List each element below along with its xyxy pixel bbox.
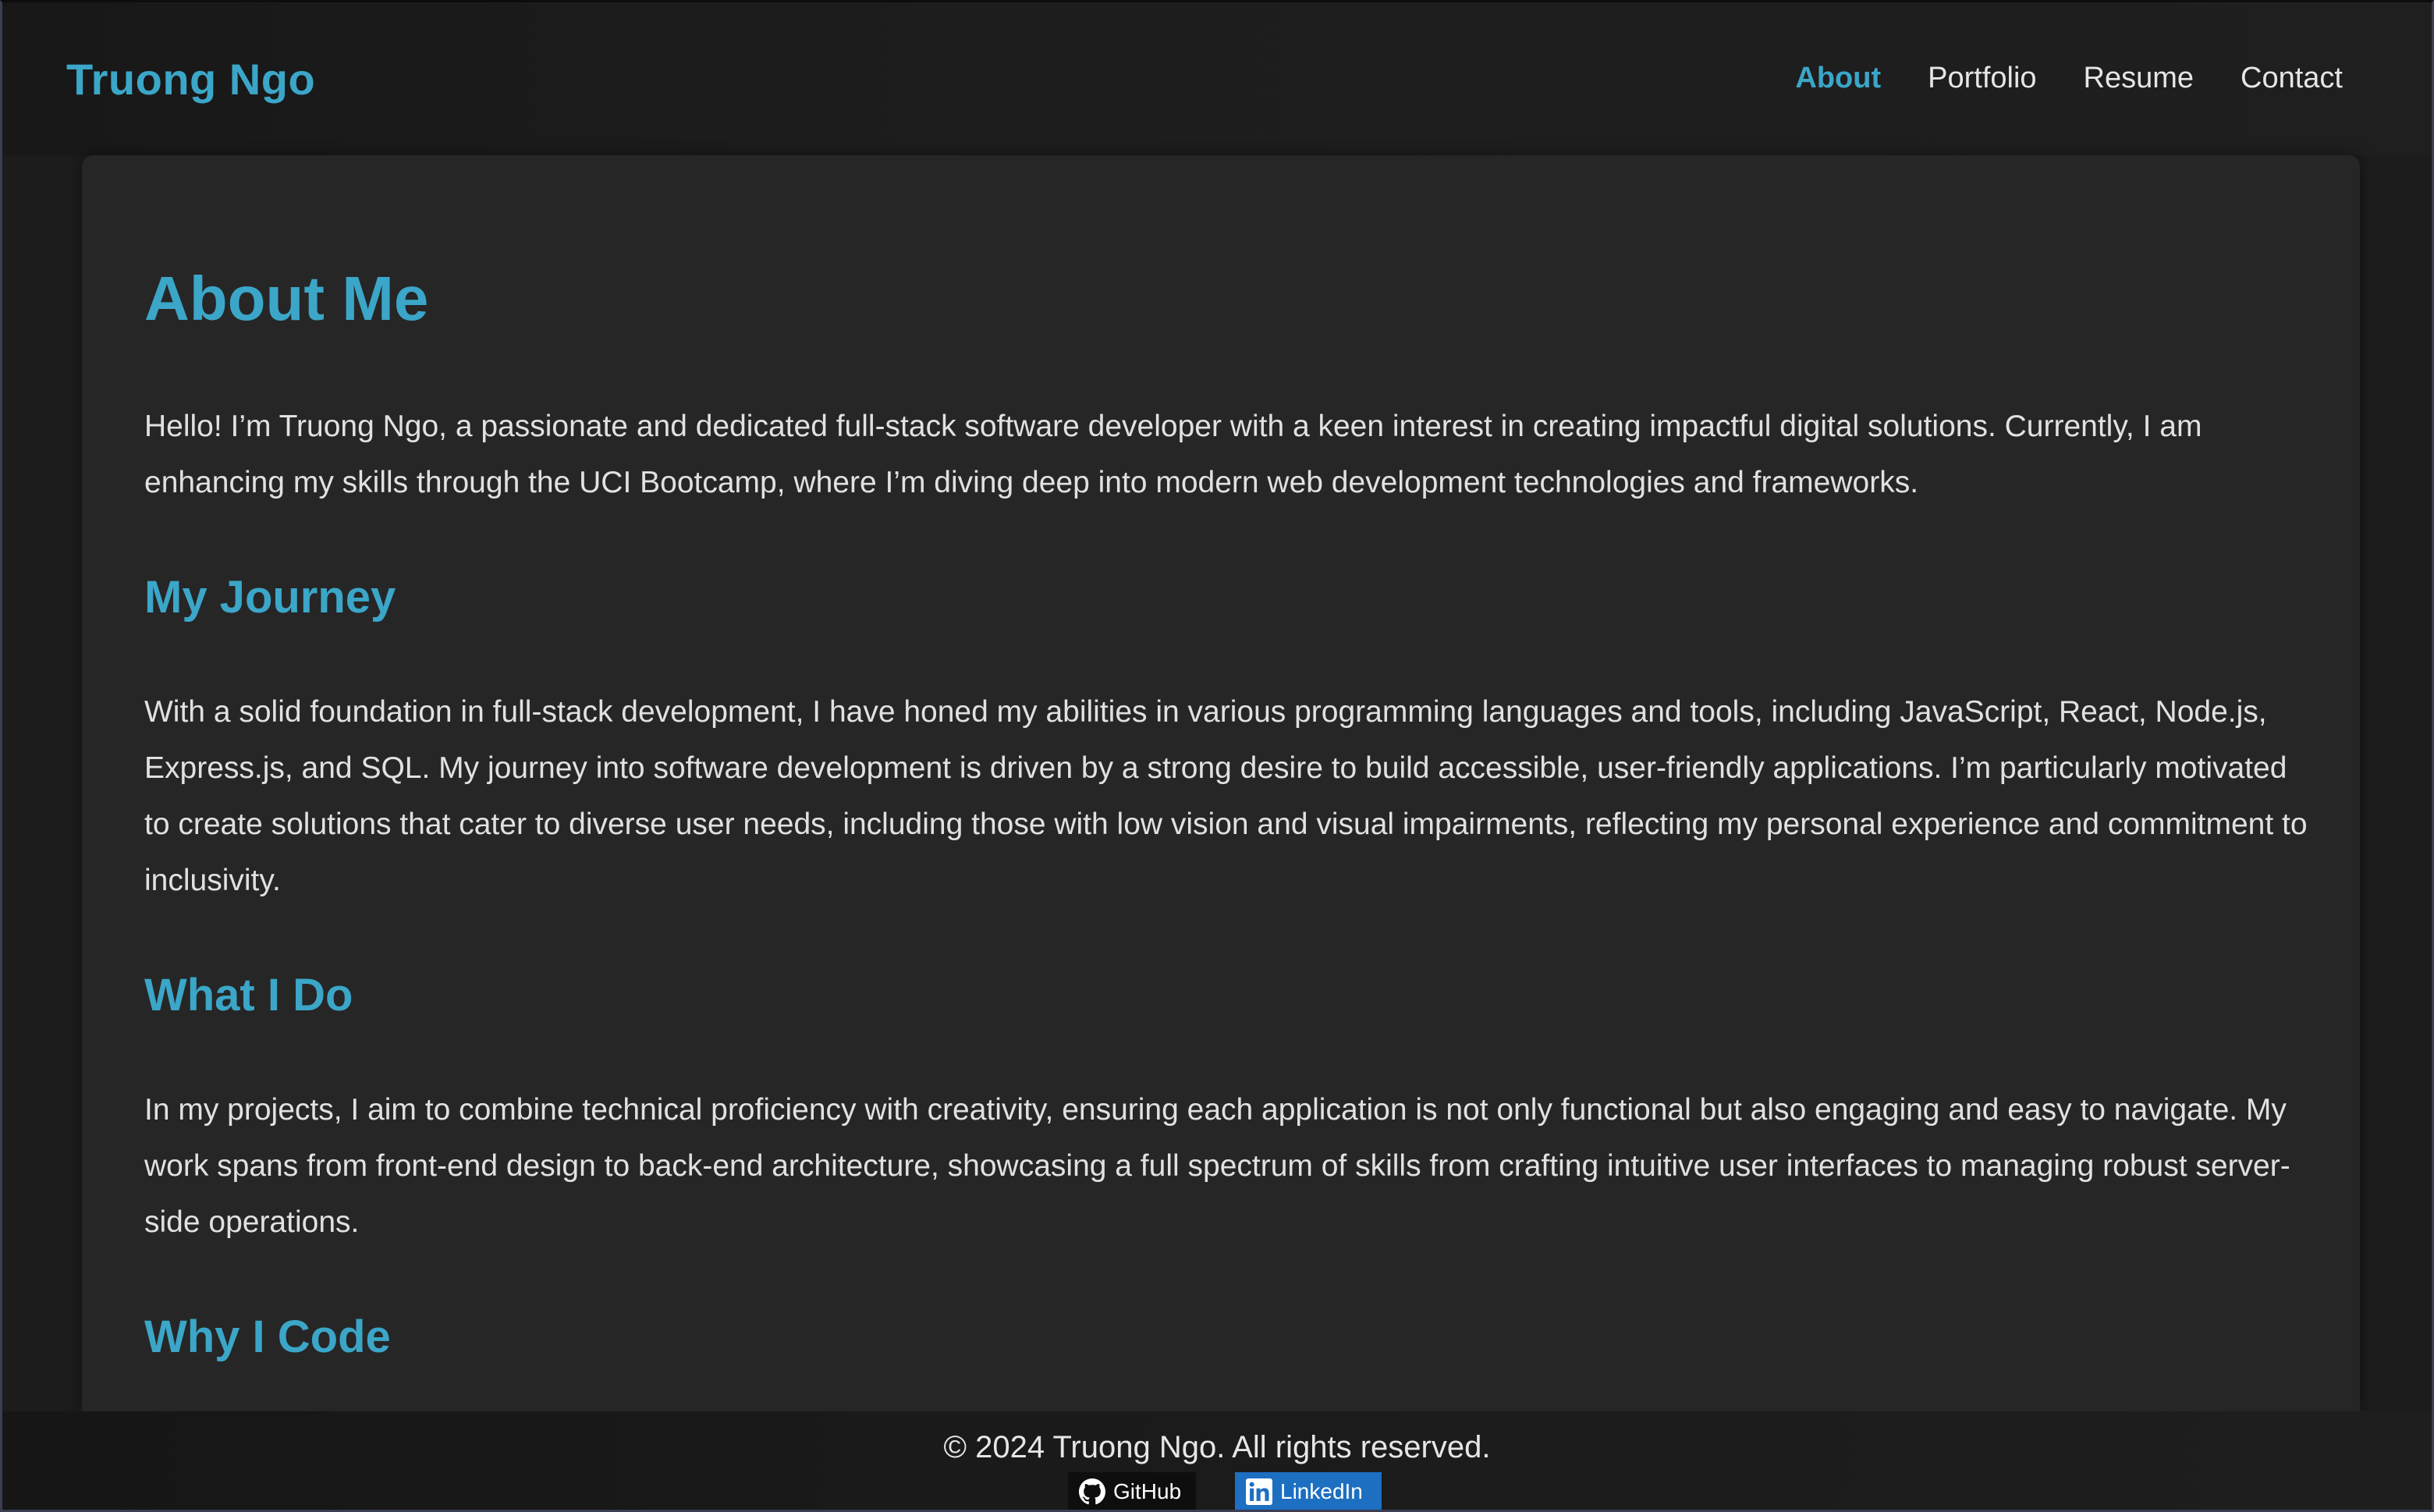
section-heading-what-i-do: What I Do [144, 970, 353, 1020]
section-heading-why-i-code: Why I Code [144, 1311, 391, 1362]
github-label: GitHub [1113, 1479, 1182, 1503]
site-header: Truong Ngo About Portfolio Resume Contac… [2, 2, 2432, 155]
about-content: About Me Hello! I’m Truong Ngo, a passio… [144, 264, 2313, 1411]
site-brand[interactable]: Truong Ngo [66, 54, 315, 105]
main-nav: About Portfolio Resume Contact [1795, 62, 2343, 95]
site-footer: © 2024 Truong Ngo. All rights reserved. … [2, 1411, 2432, 1510]
nav-about[interactable]: About [1795, 62, 1881, 95]
about-card[interactable]: About Me Hello! I’m Truong Ngo, a passio… [82, 155, 2360, 1411]
nav-portfolio[interactable]: Portfolio [1928, 62, 2036, 95]
nav-resume[interactable]: Resume [2084, 62, 2195, 95]
browser-viewport: Truong Ngo About Portfolio Resume Contac… [0, 0, 2434, 1512]
section-heading-journey: My Journey [144, 572, 396, 623]
copyright-text: © 2024 Truong Ngo. All rights reserved. [943, 1430, 1491, 1464]
social-badges: GitHub LinkedIn [2, 1472, 2432, 1510]
intro-paragraph: Hello! I’m Truong Ngo, a passionate and … [144, 410, 2202, 499]
nav-contact[interactable]: Contact [2241, 62, 2343, 95]
linkedin-label: LinkedIn [1280, 1479, 1363, 1503]
linkedin-icon [1246, 1478, 1272, 1505]
github-icon [1079, 1478, 1105, 1505]
section-body-what-i-do: In my projects, I aim to combine technic… [144, 1093, 2290, 1239]
section-body-journey: With a solid foundation in full-stack de… [144, 695, 2308, 897]
linkedin-badge[interactable]: LinkedIn [1235, 1472, 1382, 1510]
github-badge[interactable]: GitHub [1068, 1472, 1196, 1510]
page-title: About Me [144, 264, 429, 333]
